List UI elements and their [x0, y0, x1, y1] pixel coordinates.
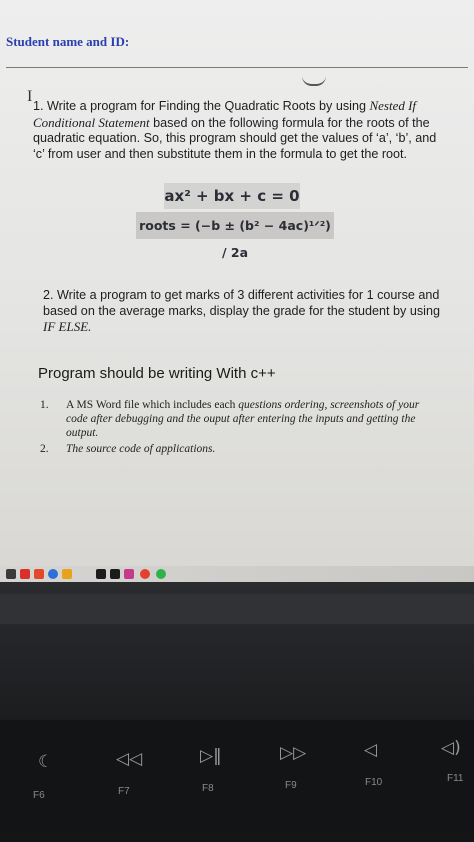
- f10-label: F10: [365, 777, 383, 788]
- f6-label: F6: [33, 790, 45, 801]
- list-item: 2. The source code of applications.: [40, 442, 440, 456]
- question-2-italic: IF ELSE.: [43, 319, 92, 334]
- fast-forward-icon[interactable]: ▷▷: [280, 743, 306, 763]
- requirements-list: 1. A MS Word file which includes each qu…: [40, 398, 440, 458]
- document-screen: Student name and ID: I 1. Write a progra…: [0, 0, 474, 580]
- taskbar-app-icon[interactable]: [96, 569, 106, 579]
- play-pause-icon[interactable]: ▷‖: [200, 746, 222, 766]
- moon-icon[interactable]: ☾: [38, 752, 53, 772]
- f9-label: F9: [285, 780, 297, 791]
- list-lead: A MS Word file which includes each: [66, 399, 239, 411]
- taskbar-app-icon[interactable]: [6, 569, 16, 579]
- rewind-icon[interactable]: ◁◁: [116, 749, 142, 769]
- function-key-row: [0, 720, 474, 832]
- taskbar-app-icon[interactable]: [140, 569, 150, 579]
- taskbar-app-icon[interactable]: [156, 569, 166, 579]
- keyboard-bezel: [0, 594, 474, 624]
- f11-label: F11: [447, 773, 464, 784]
- taskbar-app-icon[interactable]: [110, 569, 120, 579]
- list-number: 1.: [40, 399, 49, 411]
- list-item: 1. A MS Word file which includes each qu…: [40, 398, 440, 440]
- question-2: 2. Write a program to get marks of 3 dif…: [43, 288, 443, 336]
- volume-down-icon[interactable]: ◁): [441, 738, 461, 758]
- taskbar-app-icon[interactable]: [34, 569, 44, 579]
- taskbar-app-icon[interactable]: [48, 569, 58, 579]
- language-requirement: Program should be writing With c++: [38, 365, 276, 382]
- f8-label: F8: [202, 783, 214, 794]
- roots-formula: roots = (−b ± (b² − 4ac)¹ᐟ²) / 2a: [136, 212, 334, 260]
- taskbar-app-icon[interactable]: [62, 569, 72, 579]
- check-mark: [302, 76, 326, 86]
- student-name-label: Student name and ID:: [6, 34, 130, 49]
- f7-label: F7: [118, 786, 130, 797]
- taskbar-app-icon[interactable]: [124, 569, 134, 579]
- name-underline: [6, 67, 468, 68]
- list-text: The source code of applications.: [66, 443, 216, 455]
- question-1-prefix: 1. Write a program for Finding the Quadr…: [33, 99, 370, 113]
- quadratic-equation: ax² + bx + c = 0: [164, 183, 300, 209]
- text-cursor-icon: I: [27, 88, 33, 105]
- mute-icon[interactable]: ◁: [364, 740, 377, 760]
- question-2-prefix: 2. Write a program to get marks of 3 dif…: [43, 288, 440, 318]
- taskbar-app-icon[interactable]: [20, 569, 30, 579]
- list-number: 2.: [40, 443, 49, 455]
- question-1: 1. Write a program for Finding the Quadr…: [33, 98, 443, 162]
